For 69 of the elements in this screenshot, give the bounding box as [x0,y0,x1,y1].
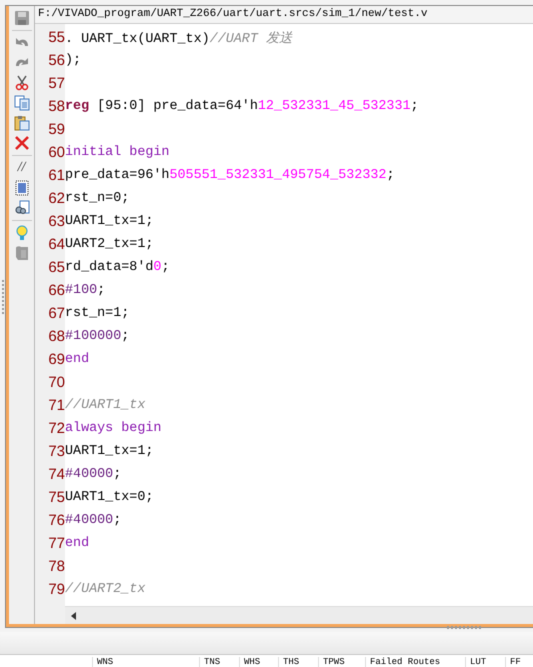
code-line: rst_n=1; [65,306,130,321]
line-number: 63 [48,212,65,232]
line-number: 75 [48,488,65,508]
code-line: UART1_tx=1; [65,214,154,229]
line-number: 73 [48,442,65,462]
code-line: rd_data=8'd0; [65,260,170,275]
column-header[interactable]: WHS [239,657,278,667]
line-number: 76 [48,511,65,531]
column-header[interactable]: FF [505,657,533,667]
line-number: 56 [48,51,65,71]
code-line: always begin [65,421,162,436]
code-line: . UART_tx(UART_tx)//UART 发送 [65,30,292,46]
code-line: end [65,536,90,551]
column-header[interactable]: Failed Routes [365,657,465,667]
file-path: F:/VIVADO_program/UART_Z266/uart/uart.srcs/sim_1/new/test.v [35,6,533,24]
code-line: UART1_tx=0; [65,490,154,505]
code-line: rst_n=0; [65,191,130,206]
comment-button[interactable]: // [18,160,26,176]
line-number: 65 [48,258,65,278]
code-line: //UART1_tx [65,398,146,413]
scroll-left-icon[interactable] [69,610,77,620]
code-line: //UART2_tx [65,582,146,597]
column-header[interactable]: TNS [199,657,239,667]
line-number: 68 [48,327,65,347]
line-number: 72 [48,419,65,439]
code-line: UART1_tx=1; [65,444,154,459]
line-number: 66 [48,281,65,301]
code-line: end [65,352,90,367]
line-number: 70 [48,373,65,393]
paste-icon[interactable] [14,115,30,131]
line-number: 58 [48,97,65,117]
column-header[interactable]: THS [278,657,318,667]
lightbulb-icon[interactable] [14,225,30,241]
save-icon[interactable] [14,10,30,26]
code-line: pre_data=96'h505551_532331_495754_532332; [65,168,394,183]
line-number: 57 [48,74,65,94]
splitter-handle[interactable] [2,280,4,314]
line-number: 62 [48,189,65,209]
horizontal-scrollbar[interactable] [65,606,533,624]
code-line: #100; [65,283,106,298]
code-line: #40000; [65,513,122,528]
copy-icon[interactable] [14,95,30,111]
column-header[interactable]: WNS [92,657,199,667]
line-number: 67 [48,304,65,324]
scissors-icon[interactable] [14,75,30,91]
column-header[interactable]: TPWS [318,657,365,667]
line-number: 59 [48,120,65,140]
delete-icon[interactable] [14,135,30,151]
column-header[interactable]: LUT [465,657,505,667]
line-number: 60 [48,143,65,163]
line-number: 61 [48,166,65,186]
code-line: UART2_tx=1; [65,237,154,252]
code-line: ); [65,53,82,68]
line-number: 69 [48,350,65,370]
code-line: initial begin [65,145,170,160]
code-line: reg [95:0] pre_data=64'h12_532331_45_532331; [65,99,419,114]
code-line: #40000; [65,467,122,482]
line-number: 55 [48,28,65,48]
document-icon[interactable] [14,245,30,261]
line-number: 64 [48,235,65,255]
splitter-handle[interactable] [447,626,481,629]
line-number: 71 [48,396,65,416]
line-number: 78 [48,557,65,577]
line-number: 77 [48,534,65,554]
select-all-icon[interactable] [14,180,30,196]
line-number: 74 [48,465,65,485]
find-icon[interactable] [14,200,30,216]
code-line: #100000; [65,329,130,344]
line-number: 79 [48,580,65,600]
